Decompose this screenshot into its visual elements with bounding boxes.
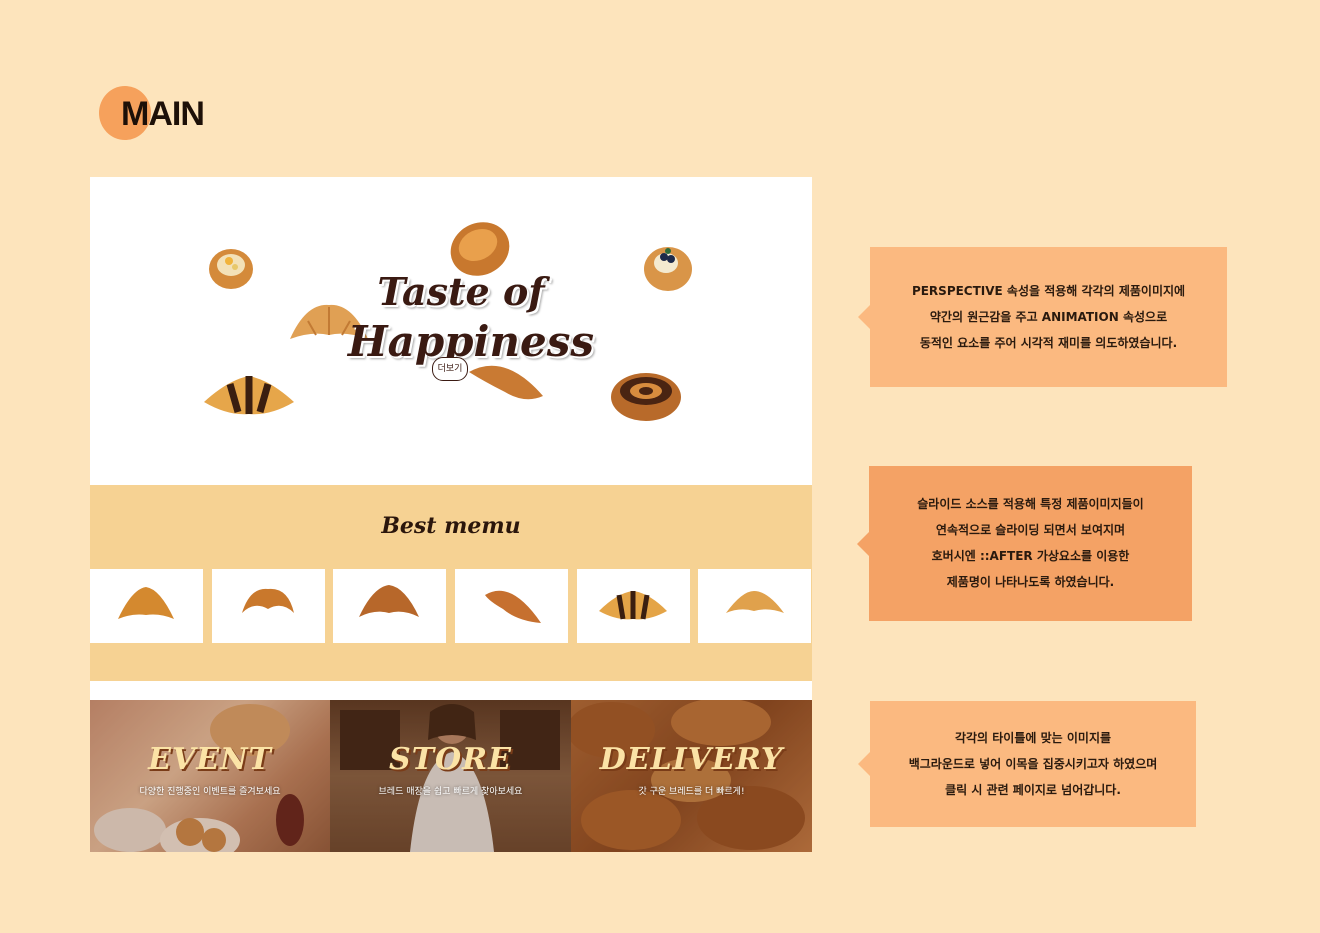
best-menu-title: Best memu (381, 513, 521, 539)
note-line: 슬라이드 소스를 적용해 특정 제품이미지들이 (917, 497, 1144, 511)
banner-subtitle: 갓 구운 브레드를 더 빠르게! (638, 787, 745, 797)
croissant-icon (726, 591, 784, 613)
chocolate-croissant-icon (204, 376, 294, 415)
note-pointer (857, 531, 869, 556)
note-line: PERSPECTIVE 속성을 적용해 각각의 제품이미지에 (911, 284, 1186, 298)
store-banner[interactable]: STORE 브레드 매장을 쉽고 빠르게 찾아보세요 (330, 700, 571, 852)
note-line: 각각의 타이틀에 맞는 이미지를 (954, 731, 1112, 745)
note-line: 동적인 요소를 주어 시각적 재미를 의도하였습니다. (919, 336, 1178, 350)
note-line: 백그라운드로 넣어 이목을 집중시키고자 하였으며 (908, 757, 1158, 771)
section-title-text: MAIN (121, 95, 205, 133)
chocolate-croissant-icon (599, 591, 667, 620)
annotation-note-slide: 슬라이드 소스를 적용해 특정 제품이미지들이 연속적으로 슬라이딩 되면서 보… (857, 466, 1192, 621)
banner-subtitle: 브레드 매장을 쉽고 빠르게 찾아보세요 (378, 787, 523, 797)
hero-title-line1: Taste of (377, 269, 545, 314)
cinnamon-roll-icon (611, 373, 681, 421)
best-menu-card[interactable] (455, 569, 568, 643)
best-menu-card[interactable] (212, 569, 325, 643)
note-line: 약간의 원근감을 주고 ANIMATION 속성으로 (929, 310, 1168, 324)
hero-section: Taste of Happiness 더보기 (90, 177, 812, 485)
note-line: 연속적으로 슬라이딩 되면서 보여지며 (935, 523, 1126, 537)
more-button[interactable]: 더보기 (432, 357, 468, 381)
best-menu-card[interactable] (698, 569, 811, 643)
divider (90, 681, 812, 700)
annotation-note-perspective: PERSPECTIVE 속성을 적용해 각각의 제품이미지에 약간의 원근감을 … (858, 247, 1227, 387)
banner-title: EVENT (148, 742, 272, 777)
main-page-mockup: Taste of Happiness 더보기 Best memu EVENT 다… (90, 177, 812, 852)
delivery-banner[interactable]: DELIVERY 갓 구운 브레드를 더 빠르게! (571, 700, 812, 852)
banner-title: DELIVERY (599, 742, 784, 777)
croissant-icon (118, 587, 174, 619)
croissant-icon (485, 590, 541, 623)
note-pointer (858, 752, 870, 776)
banner-row: EVENT 다양한 진행중인 이벤트를 즐겨보세요 STORE 브레드 매장을 … (90, 700, 812, 852)
croissant-icon (242, 588, 294, 613)
best-menu-section: Best memu (90, 485, 812, 681)
event-banner[interactable]: EVENT 다양한 진행중인 이벤트를 즐겨보세요 (90, 700, 330, 852)
best-menu-card[interactable] (333, 569, 446, 643)
note-line: 클릭 시 관련 페이지로 넘어갑니다. (945, 783, 1121, 797)
croissant-icon (359, 585, 419, 617)
best-menu-card[interactable] (577, 569, 690, 643)
note-line: 호버시엔 ::AFTER 가상요소를 이용한 (931, 549, 1130, 563)
best-menu-card[interactable] (90, 569, 203, 643)
annotation-note-banner: 각각의 타이틀에 맞는 이미지를 백그라운드로 넣어 이목을 집중시키고자 하였… (858, 701, 1196, 827)
note-pointer (858, 305, 870, 329)
banner-title: STORE (389, 742, 512, 777)
note-line: 제품명이 나타나도록 하였습니다. (946, 575, 1115, 589)
banner-subtitle: 다양한 진행중인 이벤트를 즐겨보세요 (139, 787, 281, 797)
